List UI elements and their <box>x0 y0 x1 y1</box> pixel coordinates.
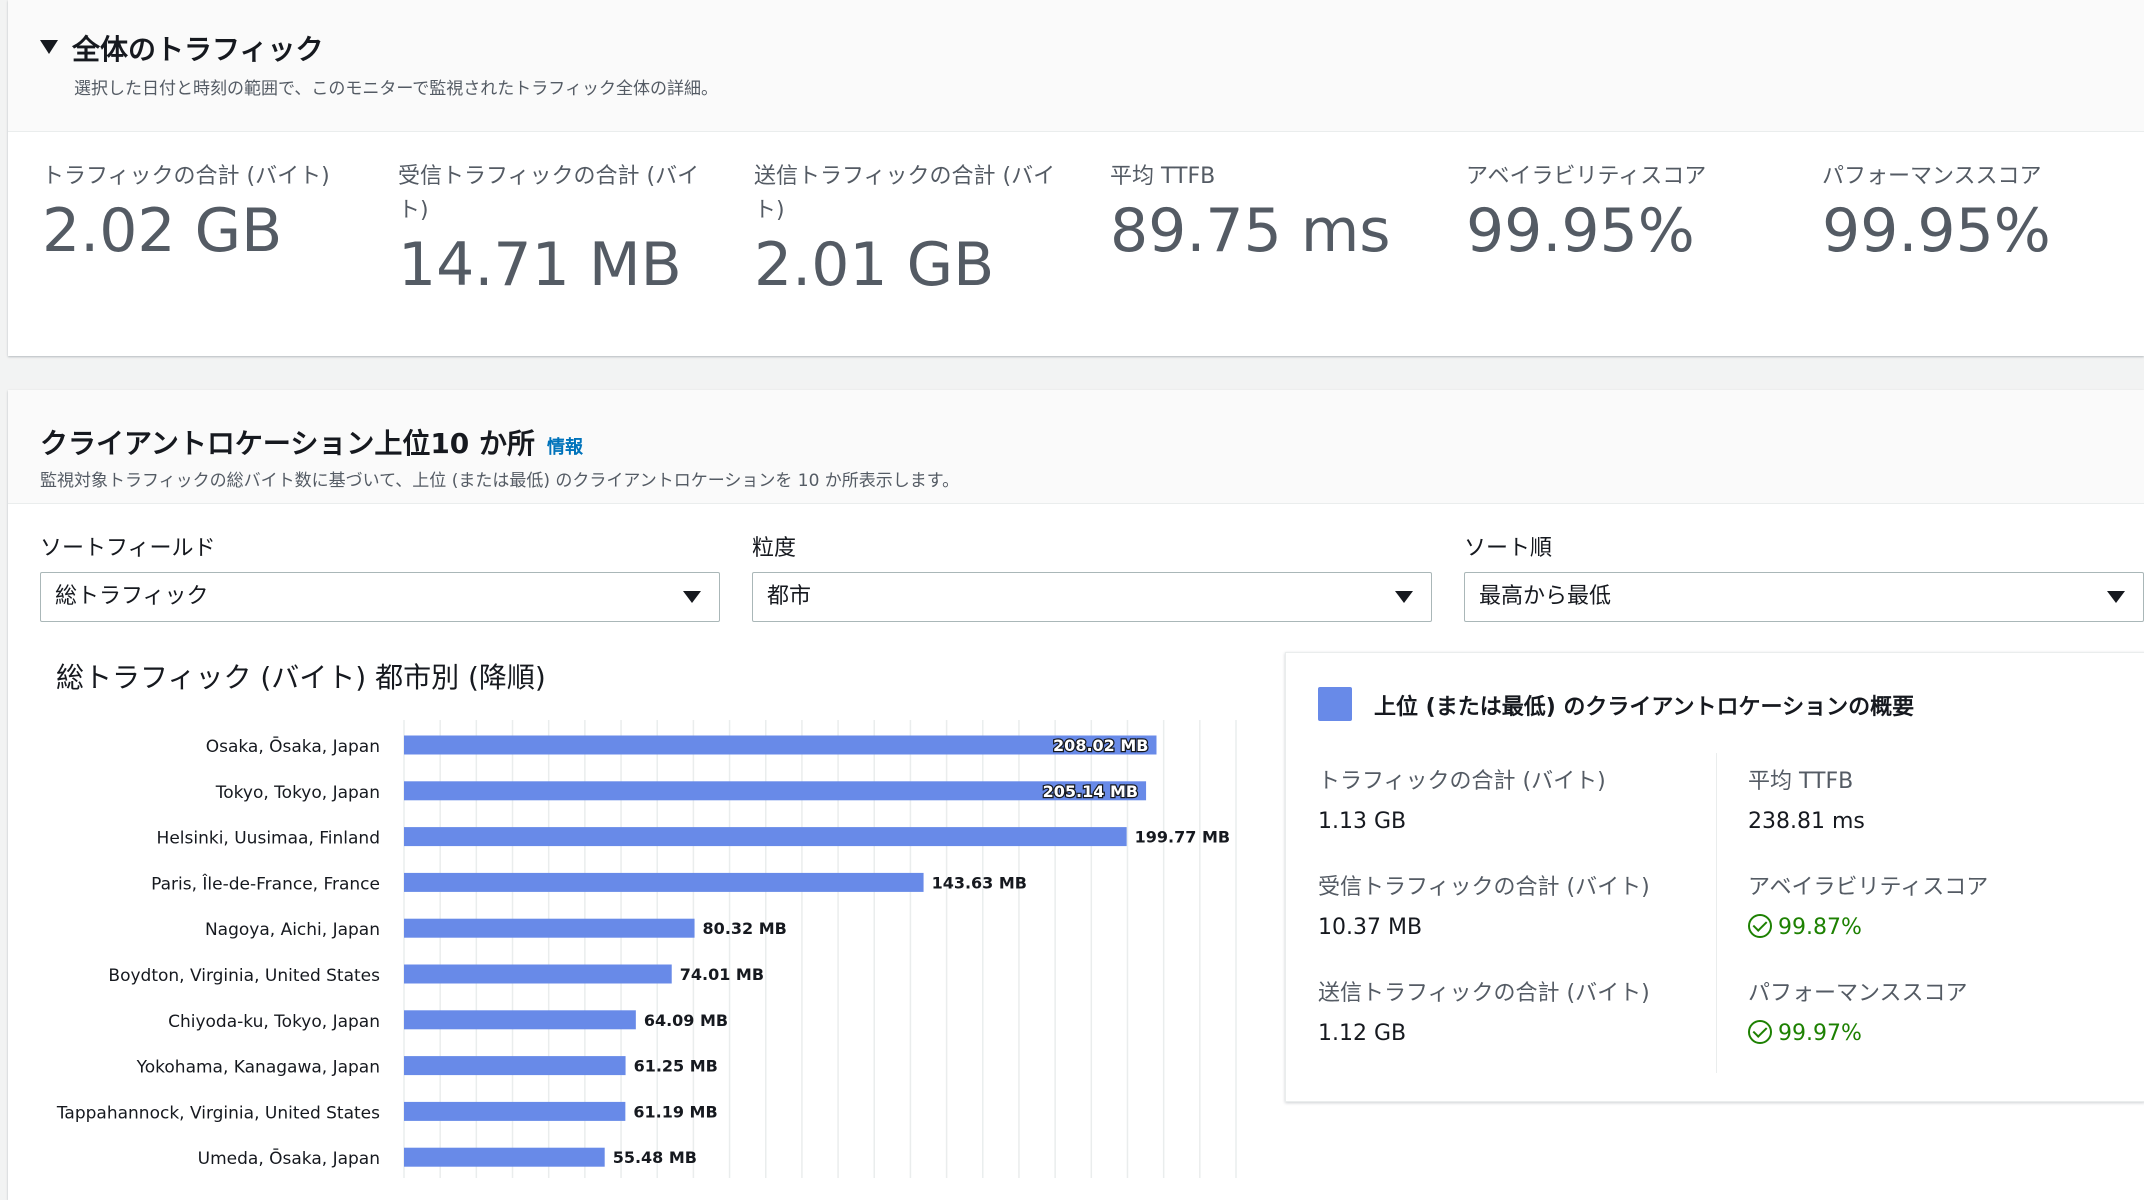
metric-total-traffic: トラフィックの合計 (バイト) 2.02 GB <box>42 160 372 268</box>
data-label: 208.02 MB <box>1053 736 1148 755</box>
bar <box>404 918 695 938</box>
top-locations-header: クライアントロケーション上位10 か所 情報 監視対象トラフィックの総バイト数に基… <box>8 390 2144 504</box>
category-label: Tappahannock, Virginia, United States <box>56 1103 380 1123</box>
summary-value-text: 99.97% <box>1778 1021 1862 1046</box>
sort-field-select[interactable]: 総トラフィック <box>40 572 720 622</box>
data-label: 199.77 MB <box>1135 828 1230 847</box>
summary-label: 送信トラフィックの合計 (バイト) <box>1318 981 1650 1006</box>
summary-label: 受信トラフィックの合計 (バイト) <box>1318 875 1650 900</box>
category-label: Nagoya, Aichi, Japan <box>205 920 380 940</box>
granularity-label: 粒度 <box>752 536 797 561</box>
chart-title: 総トラフィック (バイト) 都市別 (降順) <box>56 661 546 694</box>
sort-order-value: 最高から最低 <box>1479 584 1612 609</box>
sort-field-label: ソートフィールド <box>40 536 216 561</box>
summary-value: 99.97% <box>1748 1019 1968 1049</box>
top-locations-title-text: クライアントロケーション上位10 か所 <box>40 427 536 460</box>
metric-value: 99.95% <box>1466 196 1695 266</box>
traffic-by-city-bar-chart: Osaka, Ōsaka, Japan 208.02 MB Tokyo, Tokyo… <box>56 720 1237 1178</box>
metric-value: 14.71 MB <box>398 230 682 300</box>
summary-title: 上位 (または最低) のクライアントロケーションの概要 <box>1374 695 1915 720</box>
summary-total-traffic: トラフィックの合計 (バイト) 1.13 GB <box>1318 767 1606 837</box>
metric-average-ttfb: 平均 TTFB 89.75 ms <box>1110 160 1440 268</box>
overall-traffic-description: 選択した日付と時刻の範囲で、このモニターで監視されたトラフィック全体の詳細。 <box>74 79 718 99</box>
category-label: Paris, Île-de-France, France <box>151 872 380 894</box>
data-label: 74.01 MB <box>680 965 764 984</box>
data-label: 61.25 MB <box>634 1057 718 1076</box>
granularity-select[interactable]: 都市 <box>752 572 1432 622</box>
metric-label: パフォーマンススコア <box>1822 164 2042 189</box>
summary-value: 99.87% <box>1748 913 1988 943</box>
bar <box>404 781 1147 801</box>
bar <box>404 872 924 892</box>
sort-field-value: 総トラフィック <box>55 584 209 609</box>
caret-down-icon <box>683 591 701 603</box>
bar <box>404 1010 636 1030</box>
category-label: Helsinki, Uusimaa, Finland <box>157 829 380 849</box>
metric-value: 89.75 ms <box>1110 196 1391 266</box>
data-label: 205.14 MB <box>1043 782 1138 801</box>
summary-label: パフォーマンススコア <box>1748 981 1968 1006</box>
sort-order-select[interactable]: 最高から最低 <box>1464 572 2144 622</box>
summary-value: 238.81 ms <box>1748 809 1865 834</box>
bar <box>404 827 1127 847</box>
overall-traffic-header[interactable]: 全体のトラフィック 選択した日付と時刻の範囲で、このモニターで監視されたトラフィ… <box>8 0 2144 132</box>
metric-inbound-traffic: 受信トラフィックの合計 (バイト) 14.71 MB <box>398 160 718 302</box>
metric-label: 平均 TTFB <box>1110 164 1216 189</box>
summary-availability-score: アベイラビリティスコア 99.87% <box>1748 873 1988 943</box>
data-label: 80.32 MB <box>703 919 787 938</box>
metric-label: アベイラビリティスコア <box>1466 164 1707 189</box>
info-link[interactable]: 情報 <box>547 437 583 458</box>
check-circle-icon <box>1748 1020 1772 1044</box>
data-label: 64.09 MB <box>644 1011 728 1030</box>
metric-value: 2.02 GB <box>42 196 283 266</box>
summary-divider <box>1716 753 1717 1073</box>
bar <box>404 735 1157 755</box>
granularity-value: 都市 <box>767 584 812 609</box>
category-label: Tokyo, Tokyo, Japan <box>215 783 380 803</box>
bar <box>404 1147 605 1167</box>
metric-availability-score: アベイラビリティスコア 99.95% <box>1466 160 1796 268</box>
summary-label: 平均 TTFB <box>1748 769 1854 794</box>
data-label: 55.48 MB <box>613 1148 697 1167</box>
metric-label: トラフィックの合計 (バイト) <box>42 164 330 189</box>
sort-order-label: ソート順 <box>1464 536 1553 561</box>
top-locations-title: クライアントロケーション上位10 か所 情報 <box>40 422 583 462</box>
summary-value: 1.12 GB <box>1318 1021 1407 1046</box>
category-label: Boydton, Virginia, United States <box>108 966 380 986</box>
summary-performance-score: パフォーマンススコア 99.97% <box>1748 979 1968 1049</box>
summary-value: 10.37 MB <box>1318 915 1423 940</box>
bar <box>404 1056 626 1076</box>
summary-label: アベイラビリティスコア <box>1748 875 1989 900</box>
summary-inbound-traffic: 受信トラフィックの合計 (バイト) 10.37 MB <box>1318 873 1650 943</box>
metric-performance-score: パフォーマンススコア 99.95% <box>1822 160 2144 268</box>
overall-traffic-title: 全体のトラフィック <box>72 33 324 66</box>
check-circle-icon <box>1748 914 1772 938</box>
category-label: Chiyoda-ku, Tokyo, Japan <box>168 1012 380 1032</box>
overall-traffic-panel: 全体のトラフィック 選択した日付と時刻の範囲で、このモニターで監視されたトラフィ… <box>8 0 2144 356</box>
summary-average-ttfb: 平均 TTFB 238.81 ms <box>1748 767 1865 837</box>
data-label: 143.63 MB <box>932 873 1027 892</box>
category-label: Yokohama, Kanagawa, Japan <box>136 1058 380 1078</box>
top-locations-summary-card: 上位 (または最低) のクライアントロケーションの概要 トラフィックの合計 (バ… <box>1285 652 2144 1102</box>
caret-down-icon <box>1395 591 1413 603</box>
top-locations-description: 監視対象トラフィックの総バイト数に基づいて、上位 (または最低) のクライアント… <box>40 471 960 491</box>
category-label: Osaka, Ōsaka, Japan <box>206 735 380 757</box>
metric-label: 送信トラフィックの合計 (バイト) <box>754 164 1056 223</box>
data-label: 61.19 MB <box>633 1102 717 1121</box>
summary-outbound-traffic: 送信トラフィックの合計 (バイト) 1.12 GB <box>1318 979 1650 1049</box>
metric-value: 2.01 GB <box>754 230 995 300</box>
legend-swatch <box>1318 687 1352 721</box>
category-label: Umeda, Ōsaka, Japan <box>198 1147 380 1169</box>
bar <box>404 964 672 984</box>
summary-label: トラフィックの合計 (バイト) <box>1318 769 1606 794</box>
summary-value: 1.13 GB <box>1318 809 1407 834</box>
caret-down-icon <box>2107 591 2125 603</box>
bar <box>404 1101 626 1121</box>
metric-outbound-traffic: 送信トラフィックの合計 (バイト) 2.01 GB <box>754 160 1074 302</box>
caret-down-icon[interactable] <box>40 40 58 54</box>
summary-value-text: 99.87% <box>1778 915 1862 940</box>
metric-label: 受信トラフィックの合計 (バイト) <box>398 164 700 223</box>
metric-value: 99.95% <box>1822 196 2051 266</box>
